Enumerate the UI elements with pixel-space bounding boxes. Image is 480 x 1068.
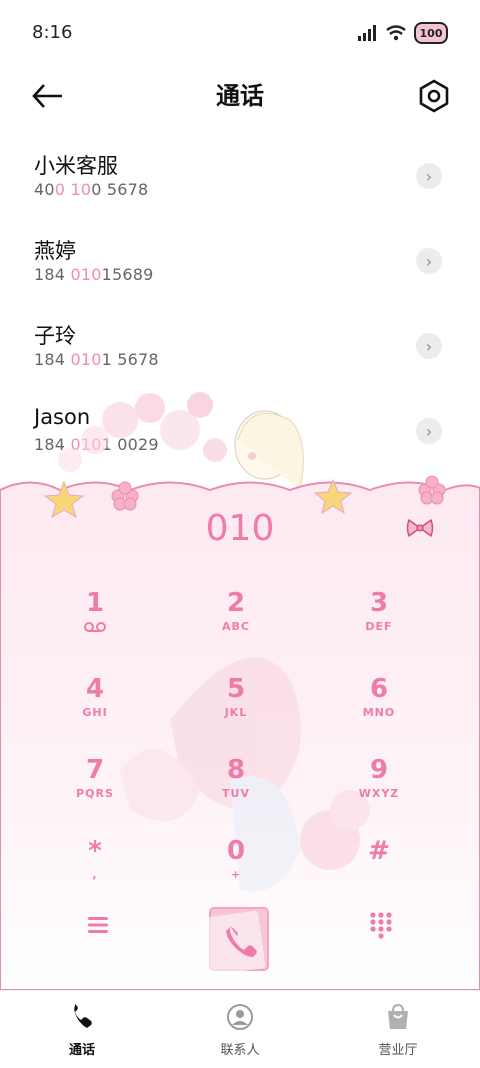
nav-label-calls: 通话 bbox=[68, 1043, 95, 1058]
key-6[interactable]: 6 MNO bbox=[324, 674, 434, 719]
chevron-right-icon[interactable]: › bbox=[416, 248, 442, 274]
signal-icon bbox=[358, 25, 376, 41]
store-bag-icon bbox=[388, 1003, 408, 1029]
key-0[interactable]: 0 + bbox=[181, 836, 291, 881]
contacts-icon bbox=[227, 1004, 253, 1030]
system-icons: 100 bbox=[358, 22, 448, 44]
battery-indicator: 100 bbox=[414, 22, 448, 44]
nav-item-store[interactable]: 营业厅 bbox=[348, 1003, 448, 1058]
bottom-navigation: 通话 联系人 营业厅 bbox=[0, 990, 480, 1068]
contact-name: 小米客服 bbox=[34, 154, 118, 178]
key-3[interactable]: 3 DEF bbox=[324, 588, 434, 633]
top-bar: 通话 bbox=[0, 64, 480, 128]
settings-icon[interactable] bbox=[416, 78, 452, 114]
nav-label-store: 营业厅 bbox=[378, 1043, 418, 1058]
key-star[interactable]: *, bbox=[40, 836, 150, 881]
phone-call-icon bbox=[202, 907, 269, 976]
chevron-right-icon[interactable]: › bbox=[416, 163, 442, 189]
nav-item-contacts[interactable]: 联系人 bbox=[190, 1003, 290, 1058]
wifi-icon bbox=[386, 25, 406, 41]
key-9[interactable]: 9 WXYZ bbox=[324, 755, 434, 800]
call-button[interactable] bbox=[202, 902, 272, 976]
contact-name: 子玲 bbox=[34, 324, 76, 348]
menu-icon[interactable] bbox=[86, 915, 110, 935]
key-7[interactable]: 7 PQRS bbox=[40, 755, 150, 800]
key-5[interactable]: 5 JKL bbox=[181, 674, 291, 719]
key-hash[interactable]: # bbox=[324, 836, 434, 868]
list-item[interactable]: 燕婷 184 01015689 › bbox=[0, 217, 480, 302]
list-item[interactable]: 小米客服 400 100 5678 › bbox=[0, 132, 480, 217]
contact-name: 燕婷 bbox=[34, 239, 76, 263]
status-bar: 8:16 100 bbox=[0, 0, 480, 64]
key-8[interactable]: 8 TUV bbox=[181, 755, 291, 800]
contact-number: 400 100 5678 bbox=[34, 180, 149, 199]
contact-number: 184 01015689 bbox=[34, 265, 154, 284]
chevron-right-icon[interactable]: › bbox=[416, 333, 442, 359]
status-time: 8:16 bbox=[32, 22, 73, 43]
key-4[interactable]: 4 GHI bbox=[40, 674, 150, 719]
bow-icon[interactable] bbox=[406, 516, 434, 540]
dialpad-icon[interactable] bbox=[369, 911, 393, 939]
nav-item-calls[interactable]: 通话 bbox=[32, 1003, 132, 1058]
voicemail-icon bbox=[84, 622, 106, 632]
phone-icon bbox=[74, 1004, 92, 1028]
nav-label-contacts: 联系人 bbox=[220, 1043, 260, 1058]
key-2[interactable]: 2 ABC bbox=[181, 588, 291, 633]
page-title: 通话 bbox=[216, 82, 264, 110]
key-1[interactable]: 1 bbox=[40, 588, 150, 637]
